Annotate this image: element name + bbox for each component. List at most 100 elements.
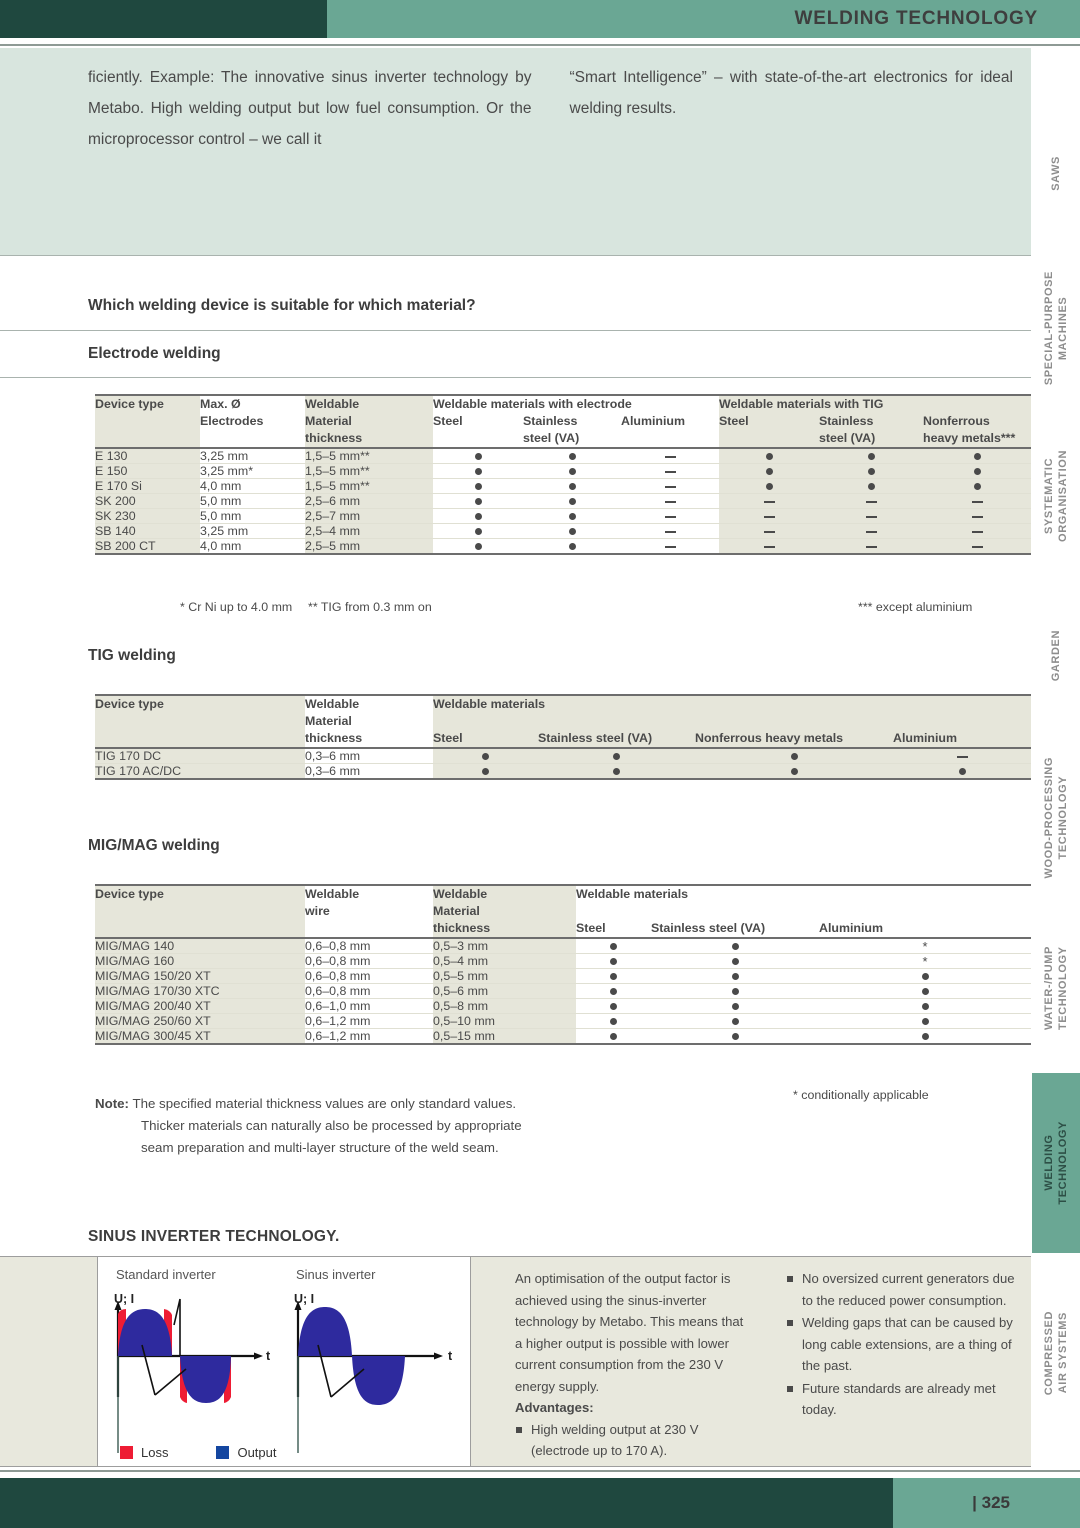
sidebar-tab-wood-processing-technology[interactable]: WOOD-PROCESSING TECHNOLOGY (1032, 728, 1080, 908)
mark-dot-icon (867, 468, 875, 476)
cell-device-type: MIG/MAG 300/45 XT (95, 1028, 305, 1045)
table-row: MIG/MAG 200/40 XT 0,6–1,0 mm 0,5–8 mm (95, 998, 1031, 1014)
cell-device-type: MIG/MAG 250/60 XT (95, 1013, 305, 1029)
cell-weldable-wire: 0,6–0,8 mm (305, 983, 433, 999)
waveform-svg (114, 1298, 443, 1453)
sidebar-tab-special-purpose-machines[interactable]: SPECIAL-PURPOSE MACHINES (1032, 248, 1080, 408)
mark-dot-icon (474, 453, 482, 461)
sidebar-tab-saws[interactable]: SAWS (1032, 98, 1080, 248)
footer-dark-block (0, 1478, 893, 1528)
list-item: No oversized current generators due to t… (786, 1268, 1018, 1311)
intro-bottom-rule (0, 255, 1031, 256)
sidebar-tab-compressed-air-systems[interactable]: COMPRESSED AIR SYSTEMS (1032, 1268, 1080, 1438)
page-header-bar: WELDING TECHNOLOGY (0, 0, 1080, 38)
th-mm-thickness: Weldable Material thickness (433, 885, 576, 938)
note-line-1: Note: The specified material thickness v… (95, 1093, 615, 1115)
table-row: TIG 170 DC 0,3–6 mm (95, 748, 1031, 764)
th-el-aluminium: Aluminium (621, 414, 686, 428)
cell-max-diameter: 5,0 mm (200, 493, 305, 509)
migmag-header-row: Device type Weldable wire Weldable Mater… (95, 885, 1031, 938)
sidebar-tab-water-pump-technology[interactable]: WATER-/PUMP TECHNOLOGY (1032, 908, 1080, 1068)
table-row: E 150 3,25 mm* 1,5–5 mm** (95, 463, 1031, 479)
mark-dot-icon (610, 988, 617, 996)
th-tig-device-type: Device type (95, 695, 305, 748)
section-question-heading: Which welding device is suitable for whi… (88, 297, 476, 314)
th-tig-nonferrous: Nonferrous heavy metals*** (923, 414, 1016, 445)
cell-material-thickness: 1,5–5 mm** (305, 448, 433, 464)
th-device-type: Device type (95, 395, 200, 448)
mark-dot-icon (973, 453, 981, 461)
sidebar-tab-welding-technology[interactable]: WELDING TECHNOLOGY (1032, 1073, 1080, 1253)
mark-dash-icon (763, 500, 775, 503)
footer-divider (0, 1470, 1080, 1472)
mark-dot-icon (731, 973, 739, 981)
note-label: Note: (95, 1096, 129, 1111)
th-mmm-aluminium: Aluminium (819, 921, 884, 935)
mark-dot-icon (731, 988, 739, 996)
sinus-text-column-2: No oversized current generators due to t… (786, 1268, 1018, 1422)
mark-dash-icon (865, 500, 877, 503)
mark-asterisk-icon: * (922, 953, 928, 969)
catalog-page: WELDING TECHNOLOGY ficiently. Example: T… (0, 0, 1080, 1528)
mark-dot-icon (790, 753, 798, 761)
diagram-legend: Loss Output (120, 1445, 277, 1460)
mark-dot-icon (610, 943, 617, 951)
table-row: SK 200 5,0 mm 2,5–6 mm (95, 493, 1031, 509)
sidebar-tab-systematic-organisation[interactable]: SYSTEMATIC ORGANISATION (1032, 408, 1080, 583)
mark-dash-icon (664, 470, 676, 473)
sidebar-tab-garden[interactable]: GARDEN (1032, 583, 1080, 728)
mark-dot-icon (610, 958, 617, 966)
mark-dash-icon (865, 545, 877, 548)
th-tig-steel: Steel (719, 414, 749, 428)
mark-dash-icon (971, 545, 983, 548)
footnote-tig-from: ** TIG from 0.3 mm on (308, 600, 432, 614)
mark-dash-icon (664, 515, 676, 518)
mark-dash-icon (971, 500, 983, 503)
cell-max-diameter: 4,0 mm (200, 478, 305, 494)
cell-material-thickness: 1,5–5 mm** (305, 478, 433, 494)
mark-dot-icon (867, 483, 875, 491)
legend-swatch-loss-icon (120, 1446, 133, 1459)
page-footer: | 325 (0, 1478, 1080, 1528)
mark-dot-icon (973, 468, 981, 476)
rule-under-question (0, 330, 1031, 331)
mark-dot-icon (474, 513, 482, 521)
mark-dot-icon (474, 528, 482, 536)
list-item: High welding output at 230 V (electrode … (515, 1419, 753, 1462)
mark-dash-icon (664, 500, 676, 503)
category-sidebar: SAWS SPECIAL-PURPOSE MACHINES SYSTEMATIC… (1032, 48, 1080, 1448)
mark-dot-icon (973, 483, 981, 491)
th-tig-stainless: Stainless steel (VA) (819, 414, 876, 445)
header-teal-block: WELDING TECHNOLOGY (327, 0, 1080, 38)
table-row: E 170 Si 4,0 mm 1,5–5 mm** (95, 478, 1031, 494)
mark-dot-icon (921, 1033, 929, 1041)
mark-dot-icon (731, 943, 739, 951)
cell-device-type: MIG/MAG 200/40 XT (95, 998, 305, 1014)
mark-dash-icon (763, 545, 775, 548)
cell-material-thickness: 0,5–15 mm (433, 1028, 576, 1045)
cell-max-diameter: 5,0 mm (200, 508, 305, 524)
th-tigm-nonferrous: Nonferrous heavy metals (695, 731, 844, 745)
th-el-steel: Steel (433, 414, 463, 428)
cell-device-type: E 170 Si (95, 478, 200, 494)
mark-dot-icon (921, 1003, 929, 1011)
mark-dot-icon (921, 973, 929, 981)
mark-dot-icon (610, 1018, 617, 1026)
cell-weldable-wire: 0,6–1,2 mm (305, 1013, 433, 1029)
table-row: SB 140 3,25 mm 2,5–4 mm (95, 523, 1031, 539)
th-tig-group: Weldable materials Steel Stainless steel… (433, 695, 1031, 748)
cell-material-thickness: 0,5–10 mm (433, 1013, 576, 1029)
sidebar-tab-label: GARDEN (1050, 629, 1062, 682)
mark-dot-icon (610, 1033, 617, 1041)
th-mmm-stainless: Stainless steel (VA) (651, 921, 766, 935)
legend-swatch-output-icon (216, 1446, 230, 1459)
footnote-conditionally-applicable: * conditionally applicable (793, 1088, 929, 1102)
note-text-1: The specified material thickness values … (132, 1096, 517, 1111)
th-tigm-steel: Steel (433, 731, 463, 745)
table-row: MIG/MAG 170/30 XTC 0,6–0,8 mm 0,5–6 mm (95, 983, 1031, 999)
mark-dot-icon (610, 973, 617, 981)
cell-weldable-wire: 0,6–1,0 mm (305, 998, 433, 1014)
cell-device-type: SK 230 (95, 508, 200, 524)
cell-max-diameter: 3,25 mm (200, 448, 305, 464)
sinus-body-text: An optimisation of the output factor is … (515, 1271, 744, 1394)
